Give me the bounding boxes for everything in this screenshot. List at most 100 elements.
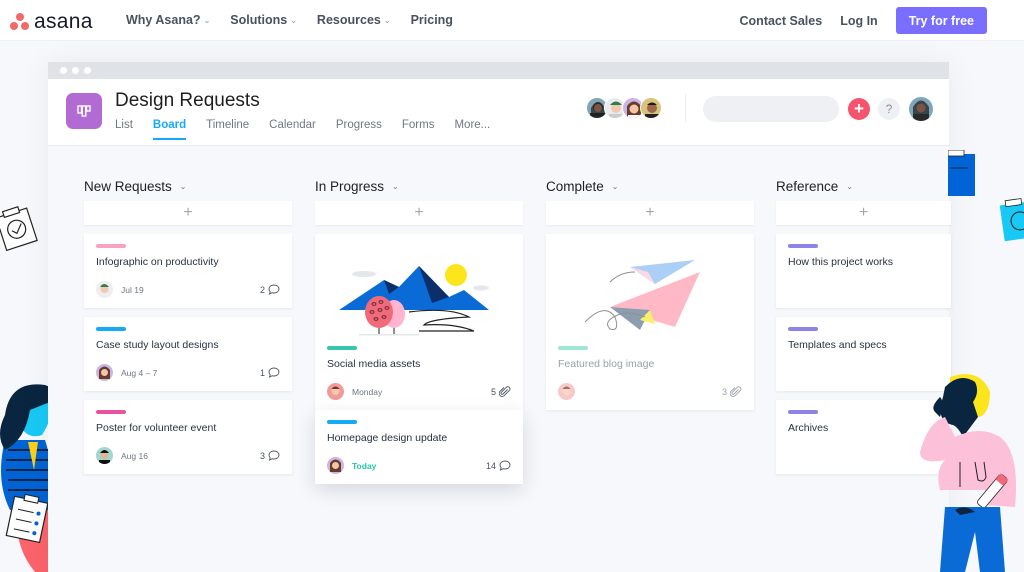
assignee-avatar bbox=[96, 364, 113, 381]
due-date: Jul 19 bbox=[121, 284, 144, 295]
column-header[interactable]: New Requests ⌄ bbox=[84, 175, 292, 197]
contact-sales-link[interactable]: Contact Sales bbox=[740, 14, 823, 28]
help-button[interactable]: ? bbox=[878, 98, 900, 120]
nav-link-label: Why Asana? bbox=[126, 13, 201, 27]
clipboard-illustration bbox=[948, 150, 975, 196]
window-titlebar bbox=[48, 62, 949, 79]
nav-pricing[interactable]: Pricing bbox=[411, 13, 453, 27]
user-avatar[interactable] bbox=[909, 97, 933, 121]
task-card[interactable]: Social media assets Monday 5 bbox=[315, 234, 523, 410]
chevron-down-icon: ⌄ bbox=[290, 15, 297, 25]
task-name: Templates and specs bbox=[788, 339, 887, 351]
task-tag bbox=[327, 420, 357, 424]
chevron-down-icon: ⌄ bbox=[179, 181, 187, 191]
log-in-link[interactable]: Log In bbox=[840, 14, 878, 28]
assignee-avatar bbox=[327, 457, 344, 474]
attachment-icon bbox=[730, 385, 742, 397]
task-card[interactable]: Case study layout designs Aug 4 – 7 1 bbox=[84, 317, 292, 391]
task-name: Infographic on productivity bbox=[96, 256, 219, 268]
nav-link-label: Pricing bbox=[410, 13, 453, 27]
column-title: New Requests bbox=[84, 178, 172, 194]
chevron-down-icon: ⌄ bbox=[383, 15, 391, 25]
count-value: 14 bbox=[485, 460, 496, 471]
search-input[interactable] bbox=[718, 103, 860, 115]
task-card[interactable]: Poster for volunteer event Aug 16 3 bbox=[84, 400, 292, 474]
man-illustration bbox=[920, 374, 1016, 572]
logo-text: asana bbox=[34, 10, 93, 33]
count-value: 2 bbox=[259, 284, 265, 295]
sticky-note-check-illustration bbox=[1000, 198, 1024, 242]
header-divider bbox=[685, 94, 686, 122]
project-tabs: List Board Timeline Calendar Progress Fo… bbox=[115, 119, 510, 140]
add-task-button[interactable]: + bbox=[546, 201, 754, 225]
nav-resources[interactable]: Resources ⌄ bbox=[317, 13, 391, 27]
tab-timeline[interactable]: Timeline bbox=[206, 119, 249, 140]
tab-board[interactable]: Board bbox=[152, 119, 187, 140]
tab-more[interactable]: More... bbox=[454, 119, 490, 140]
comment-icon bbox=[268, 450, 280, 461]
try-for-free-button[interactable]: Try for free bbox=[895, 7, 987, 34]
task-card[interactable]: How this project works bbox=[776, 234, 951, 308]
task-name: How this project works bbox=[788, 256, 894, 268]
column-title: In Progress bbox=[315, 178, 385, 194]
column-title: Complete bbox=[546, 178, 604, 194]
tab-list[interactable]: List bbox=[115, 119, 133, 140]
tab-calendar[interactable]: Calendar bbox=[269, 119, 316, 140]
search-field[interactable] bbox=[703, 96, 860, 122]
task-name: Featured blog image bbox=[558, 358, 655, 370]
comment-icon bbox=[268, 284, 280, 295]
asana-logo[interactable]: asana bbox=[10, 10, 93, 34]
window-dot bbox=[60, 67, 67, 74]
nav-link-label: Resources bbox=[316, 13, 381, 27]
add-task-button[interactable]: + bbox=[776, 201, 951, 225]
comment-icon bbox=[499, 460, 511, 471]
board-icon bbox=[66, 93, 102, 129]
task-card[interactable]: Infographic on productivity Jul 19 2 bbox=[84, 234, 292, 308]
task-meta: Aug 16 3 bbox=[96, 447, 280, 464]
site-nav: asana Why Asana? ⌄ Solutions ⌄ Resources ⌄ … bbox=[0, 0, 1024, 41]
window-dot bbox=[72, 67, 79, 74]
assignee-avatar bbox=[96, 281, 113, 298]
comment-count: 14 bbox=[486, 460, 511, 471]
task-meta: Monday 5 bbox=[327, 383, 511, 400]
comment-count: 2 bbox=[260, 284, 280, 295]
due-date: Today bbox=[352, 460, 377, 471]
column-in-progress: In Progress ⌄ + Social media assets Mond… bbox=[315, 175, 523, 484]
chevron-down-icon: ⌄ bbox=[392, 181, 399, 191]
project-members[interactable] bbox=[586, 97, 662, 119]
due-date: Aug 16 bbox=[121, 450, 148, 461]
add-task-button[interactable]: + bbox=[315, 201, 523, 225]
column-complete: Complete ⌄ + Featured blog image 3 bbox=[546, 175, 754, 410]
window-dot bbox=[84, 67, 91, 74]
mountains-illustration bbox=[327, 234, 511, 344]
task-card-dragging[interactable]: Homepage design update Today 14 bbox=[315, 410, 523, 484]
task-name: Homepage design update bbox=[327, 432, 448, 444]
comment-count: 1 bbox=[260, 367, 280, 378]
member-avatar bbox=[640, 97, 662, 119]
nav-actions: Contact Sales Log In Try for free bbox=[740, 7, 987, 34]
comment-icon bbox=[268, 367, 280, 378]
app-window: Design Requests List Board Timeline Cale… bbox=[48, 62, 951, 572]
add-task-button[interactable]: + bbox=[84, 201, 292, 225]
quick-add-button[interactable]: + bbox=[848, 98, 870, 120]
count-value: 5 bbox=[490, 386, 496, 397]
task-tag bbox=[788, 244, 818, 248]
nav-solutions[interactable]: Solutions ⌄ bbox=[230, 13, 297, 27]
task-meta: Today 14 bbox=[327, 457, 511, 474]
task-meta: Aug 4 – 7 1 bbox=[96, 364, 280, 381]
task-name: Case study layout designs bbox=[96, 339, 219, 351]
tab-progress[interactable]: Progress bbox=[336, 119, 382, 140]
column-header[interactable]: Reference ⌄ bbox=[776, 175, 951, 197]
tab-forms[interactable]: Forms bbox=[402, 119, 435, 140]
project-header: Design Requests List Board Timeline Cale… bbox=[48, 79, 949, 146]
nav-link-label: Solutions bbox=[230, 13, 288, 27]
count-value: 3 bbox=[721, 386, 727, 397]
column-header[interactable]: Complete ⌄ bbox=[546, 175, 754, 197]
attachment-icon bbox=[499, 385, 511, 397]
nav-why-asana[interactable]: Why Asana? ⌄ bbox=[126, 13, 210, 27]
main-nav: Why Asana? ⌄ Solutions ⌄ Resources ⌄ Pricin… bbox=[126, 13, 473, 27]
column-header[interactable]: In Progress ⌄ bbox=[315, 175, 523, 197]
column-title: Reference bbox=[776, 178, 839, 194]
task-name: Poster for volunteer event bbox=[96, 422, 217, 434]
task-card-completed[interactable]: Featured blog image 3 bbox=[546, 234, 754, 410]
